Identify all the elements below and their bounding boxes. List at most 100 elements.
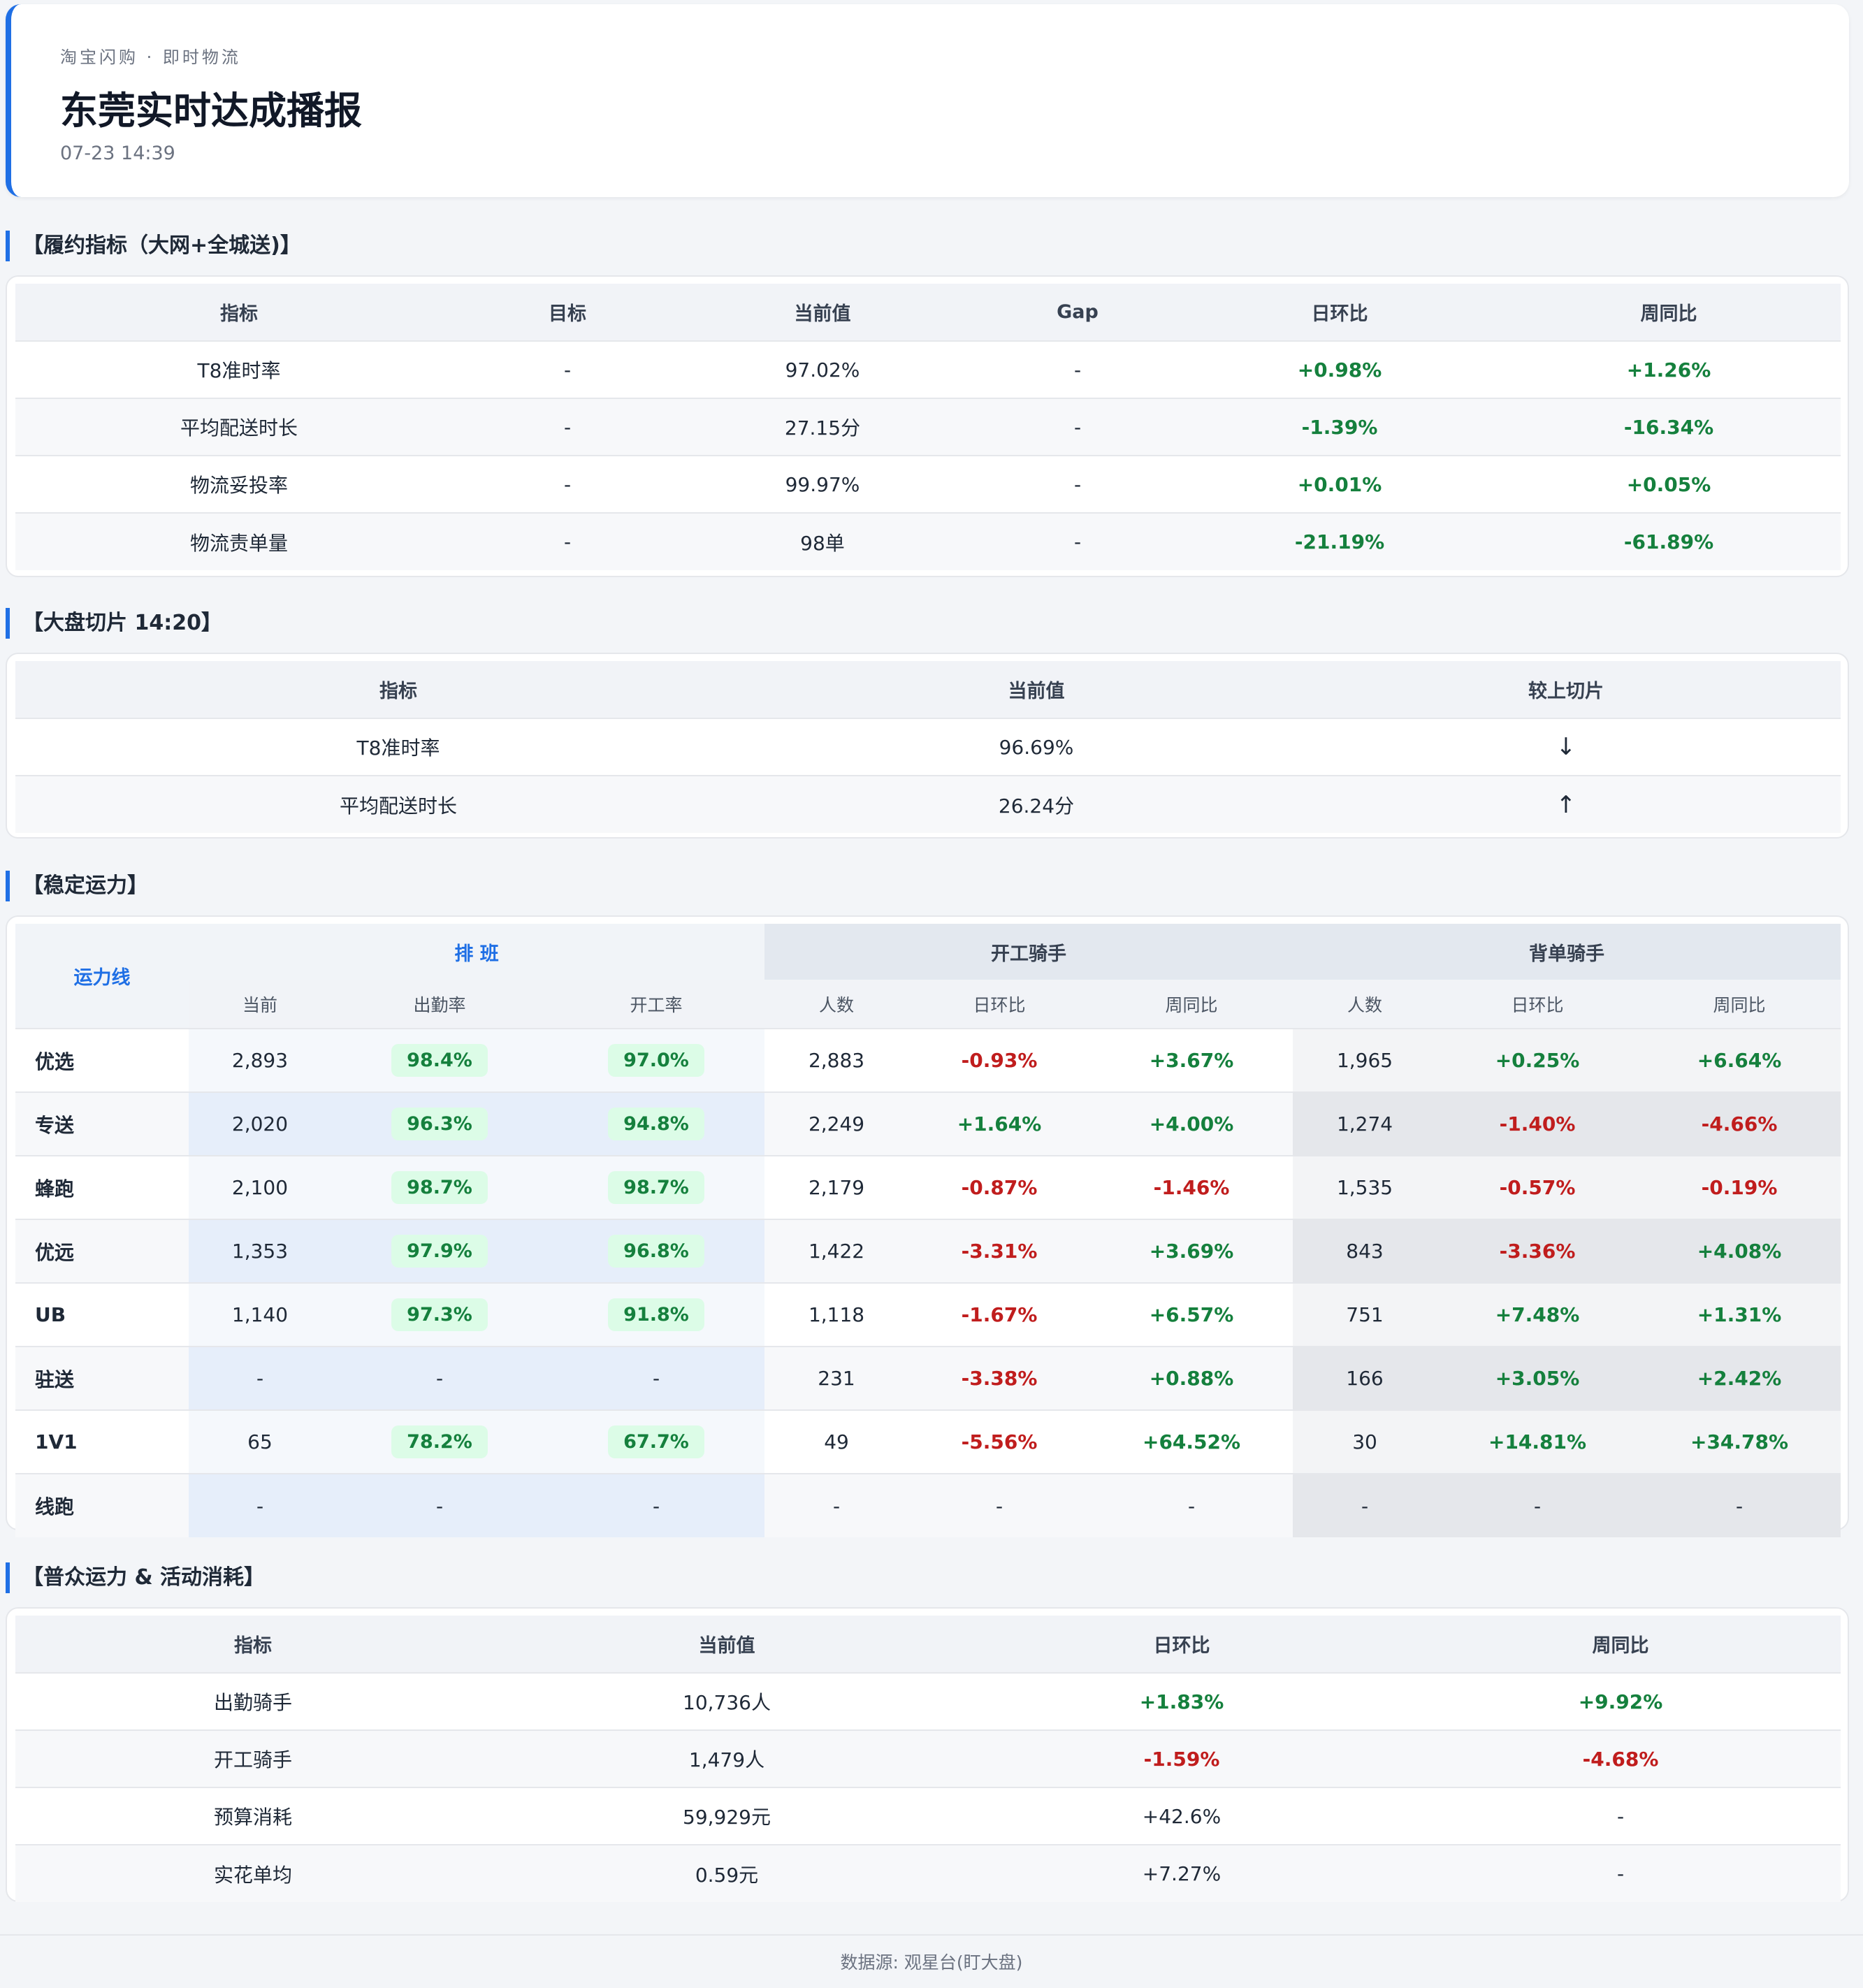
attendance-rate-badge: 98.7% <box>391 1171 488 1204</box>
table-row: UB 1,140 97.3% 91.8% 1,118 -1.67% +6.57%… <box>15 1282 1841 1347</box>
metric-target: - <box>463 340 672 398</box>
schedule-current: 1,140 <box>189 1282 331 1347</box>
column-header: 当前值 <box>672 284 973 341</box>
working-yoy: +3.69% <box>1090 1219 1293 1283</box>
table-row: 驻送 - - - 231 -3.38% +0.88% 166 +3.05% +2… <box>15 1346 1841 1410</box>
line-name: 专送 <box>15 1091 189 1156</box>
working-dod: - <box>908 1473 1091 1537</box>
metric-dod: -1.59% <box>963 1729 1400 1787</box>
working-dod: -1.67% <box>908 1282 1091 1347</box>
metric-name: 实花单均 <box>15 1844 491 1902</box>
column-header: 当前值 <box>781 661 1291 718</box>
fulfillment-table: 指标 目标 当前值 Gap 日环比 周同比 T8准时率 - 97.02% - +… <box>15 284 1841 570</box>
work-rate-badge: 96.8% <box>608 1235 704 1268</box>
work-rate-badge: 97.0% <box>608 1044 704 1077</box>
metric-dod: +7.27% <box>963 1844 1400 1902</box>
metric-dod: +42.6% <box>963 1787 1400 1845</box>
report-timestamp: 07-23 14:39 <box>60 143 175 164</box>
column-header: 较上切片 <box>1291 661 1841 718</box>
table-row: 预算消耗 59,929元 +42.6% - <box>15 1787 1841 1845</box>
table-row: 实花单均 0.59元 +7.27% - <box>15 1844 1841 1902</box>
column-header: 人数 <box>1293 980 1437 1029</box>
line-name: 线跑 <box>15 1473 189 1537</box>
column-header: 日环比 <box>908 980 1091 1029</box>
metric-target: - <box>463 398 672 456</box>
metric-gap: - <box>973 340 1182 398</box>
column-header: 日环比 <box>1182 284 1497 341</box>
metric-yoy: -61.89% <box>1497 512 1841 570</box>
metric-value: 1,479人 <box>491 1729 963 1787</box>
working-dod: -3.38% <box>908 1346 1091 1410</box>
schedule-current: - <box>189 1346 331 1410</box>
work-rate-badge: 98.7% <box>608 1171 704 1204</box>
working-count: 2,249 <box>764 1091 909 1156</box>
column-header: 周同比 <box>1400 1616 1841 1673</box>
line-name: 蜂跑 <box>15 1155 189 1219</box>
section-title-capacity: 【稳定运力】 <box>6 871 148 901</box>
working-count: 231 <box>764 1346 909 1410</box>
attendance-rate-badge: 96.3% <box>391 1108 488 1140</box>
metric-dod: +0.01% <box>1182 455 1497 513</box>
metric-target: - <box>463 455 672 513</box>
metric-name: T8准时率 <box>15 718 781 776</box>
schedule-current: 2,100 <box>189 1155 331 1219</box>
capacity-table: 运力线 排 班 开工骑手 背单骑手 当前 出勤率 开工率 人数 日环比 周同比 … <box>15 924 1841 1537</box>
table-row: 线跑 - - - - - - - - - <box>15 1473 1841 1537</box>
group-header-schedule: 排 班 <box>189 924 765 980</box>
fulfillment-card: 指标 目标 当前值 Gap 日环比 周同比 T8准时率 - 97.02% - +… <box>6 275 1849 577</box>
section-title-fulfillment: 【履约指标（大网+全城送)】 <box>6 231 301 261</box>
metric-name: 预算消耗 <box>15 1787 491 1845</box>
working-yoy: +6.57% <box>1090 1282 1293 1347</box>
metric-gap: - <box>973 455 1182 513</box>
table-row: 优选 2,893 98.4% 97.0% 2,883 -0.93% +3.67%… <box>15 1028 1841 1092</box>
schedule-current: - <box>189 1473 331 1537</box>
table-row: 1V1 65 78.2% 67.7% 49 -5.56% +64.52% 30 … <box>15 1409 1841 1474</box>
work-rate: - <box>548 1346 765 1410</box>
section-title-crowd: 【普众运力 & 活动消耗】 <box>6 1562 265 1593</box>
schedule-current: 2,893 <box>189 1028 331 1092</box>
line-name: 优远 <box>15 1219 189 1283</box>
attendance-rate-badge: 78.2% <box>391 1425 488 1458</box>
table-row: T8准时率 - 97.02% - +0.98% +1.26% <box>15 340 1841 398</box>
column-header: Gap <box>973 284 1182 341</box>
slice-card: 指标 当前值 较上切片 T8准时率 96.69% ↓ 平均配送时长 26.24分… <box>6 653 1849 839</box>
schedule-current: 2,020 <box>189 1091 331 1156</box>
attendance-rate: - <box>331 1346 548 1410</box>
order-dod: -1.40% <box>1437 1091 1639 1156</box>
metric-name: 平均配送时长 <box>15 775 781 833</box>
column-header: 人数 <box>764 980 909 1029</box>
table-group-header-row: 运力线 排 班 开工骑手 背单骑手 <box>15 924 1841 1029</box>
work-rate-badge: 67.7% <box>608 1425 704 1458</box>
column-header: 日环比 <box>1437 980 1639 1029</box>
column-header: 目标 <box>463 284 672 341</box>
breadcrumb: 淘宝闪购 · 即时物流 <box>60 48 241 67</box>
working-count: 1,422 <box>764 1219 909 1283</box>
group-header-order-riders: 背单骑手 <box>1293 924 1841 980</box>
metric-gap: - <box>973 512 1182 570</box>
column-header: 当前 <box>189 980 331 1029</box>
working-count: 2,179 <box>764 1155 909 1219</box>
line-name: 优选 <box>15 1028 189 1092</box>
line-name: 驻送 <box>15 1346 189 1410</box>
column-header: 指标 <box>15 661 781 718</box>
metric-value: 96.69% <box>781 718 1291 776</box>
page-title: 东莞实时达成播报 <box>60 89 362 133</box>
metric-yoy: - <box>1400 1787 1841 1845</box>
order-dod: -3.36% <box>1437 1219 1639 1283</box>
metric-name: 出勤骑手 <box>15 1672 491 1730</box>
order-yoy: +4.08% <box>1638 1219 1841 1283</box>
column-header-line: 运力线 <box>15 924 189 1029</box>
working-yoy: -1.46% <box>1090 1155 1293 1219</box>
working-count: 2,883 <box>764 1028 909 1092</box>
metric-yoy: -4.68% <box>1400 1729 1841 1787</box>
work-rate-badge: 94.8% <box>608 1108 704 1140</box>
metric-value: 27.15分 <box>672 398 973 456</box>
report-header: 淘宝闪购 · 即时物流 东莞实时达成播报 07-23 14:39 <box>6 4 1849 197</box>
attendance-rate-badge: 97.9% <box>391 1235 488 1268</box>
metric-dod: +0.98% <box>1182 340 1497 398</box>
table-row: 平均配送时长 - 27.15分 - -1.39% -16.34% <box>15 398 1841 456</box>
data-source-footer: 数据源: 观星台(盯大盘) <box>0 1934 1863 1988</box>
working-count: 1,118 <box>764 1282 909 1347</box>
table-row: 物流责单量 - 98单 - -21.19% -61.89% <box>15 512 1841 570</box>
metric-value: 98单 <box>672 512 973 570</box>
